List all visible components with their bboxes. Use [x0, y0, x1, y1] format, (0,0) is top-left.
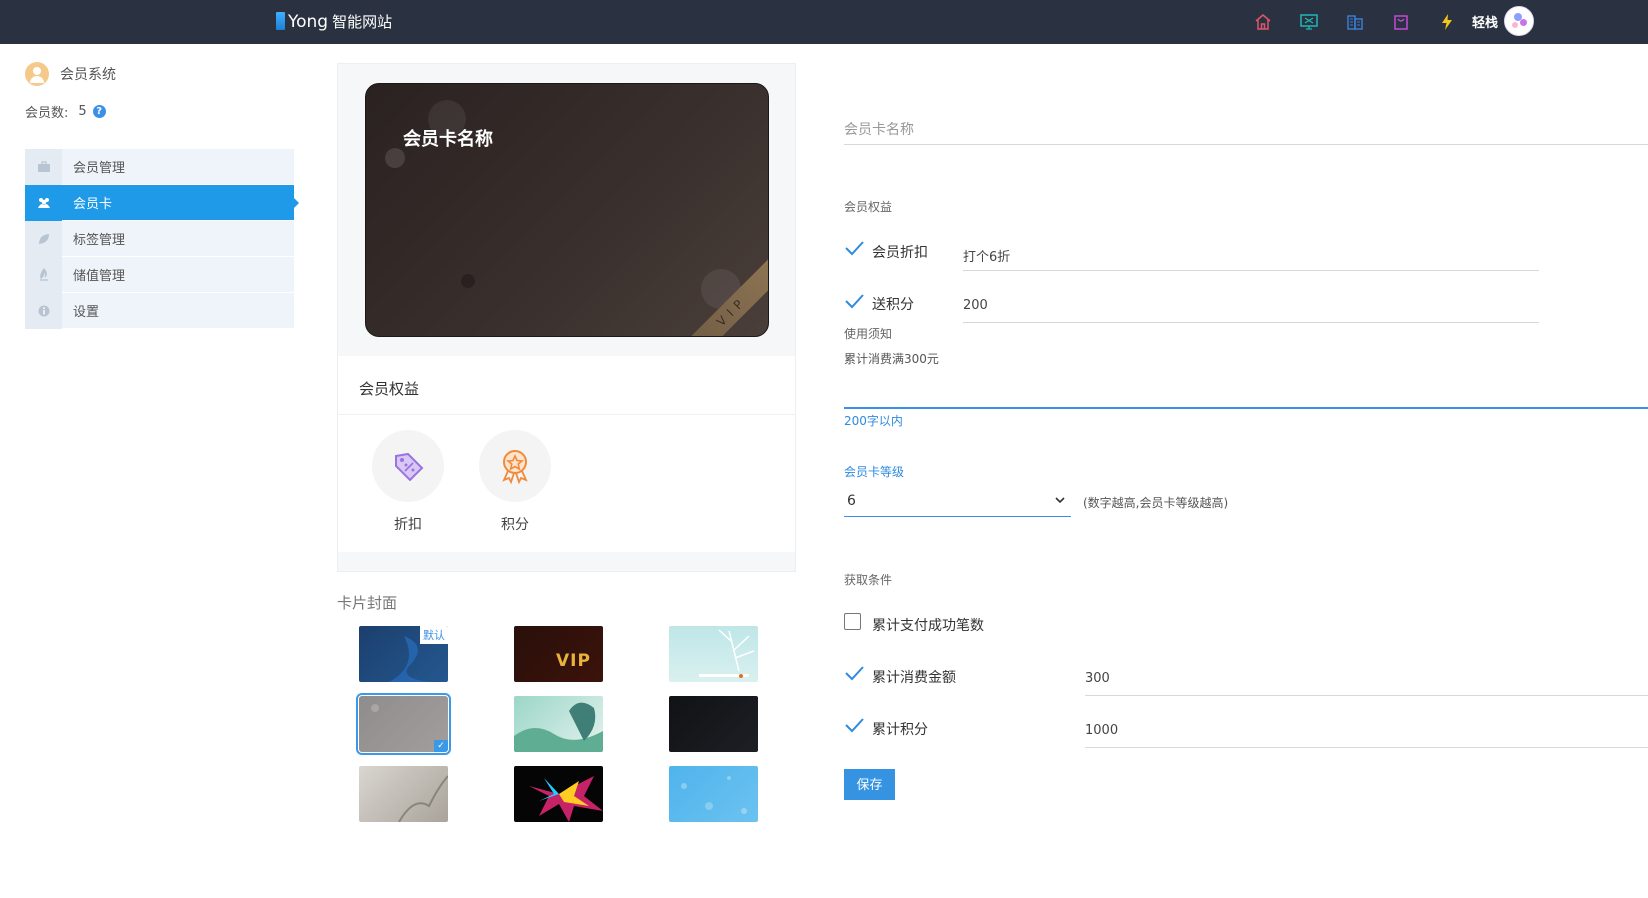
bag-icon[interactable] — [1389, 10, 1413, 34]
divider — [338, 414, 795, 415]
leaf-icon — [25, 220, 62, 257]
help-icon[interactable]: ? — [92, 105, 106, 118]
rights-box: 会员权益 折扣 积分 — [338, 356, 795, 552]
discount-underline — [963, 270, 1539, 271]
points-option-label[interactable]: 送积分 — [872, 294, 914, 314]
points-underline — [963, 322, 1539, 323]
system-title-text: 会员系统 — [60, 67, 116, 83]
member-count-label: 会员数: — [25, 106, 69, 121]
right-points: 积分 — [479, 430, 551, 534]
sidebar-item-member-card[interactable]: 会员卡 — [25, 184, 299, 221]
selected-check-icon: ✓ — [434, 740, 448, 752]
cover-branches-graphic — [699, 629, 755, 678]
points-cond-underline — [1085, 747, 1648, 748]
system-title: 会员系统 — [25, 62, 116, 86]
sidebar-item-label: 设置 — [73, 305, 100, 320]
amount-check-icon[interactable] — [844, 665, 864, 681]
level-label: 会员卡等级 — [844, 465, 905, 479]
sidebar-item-stored-value[interactable]: 储值管理 — [25, 256, 294, 293]
rights-title: 会员权益 — [359, 380, 420, 398]
default-badge: 默认 — [420, 626, 448, 644]
medal-icon — [479, 430, 551, 502]
points-cond-check-icon[interactable] — [844, 717, 864, 733]
cover-option-black[interactable] — [669, 696, 758, 752]
brand-logo-mark — [276, 12, 285, 30]
cover-option-blue[interactable]: 默认 — [359, 626, 448, 682]
monitor-icon[interactable] — [1297, 10, 1321, 34]
notice-char-limit: 200字以内 — [844, 414, 903, 428]
building-icon[interactable] — [1343, 10, 1367, 34]
points-check-icon[interactable] — [844, 293, 864, 309]
discount-tag-icon — [372, 430, 444, 502]
level-select-value: 6 — [847, 493, 856, 509]
right-label: 积分 — [501, 517, 529, 533]
sidebar-item-tag-management[interactable]: 标签管理 — [25, 220, 294, 257]
tx-count-label[interactable]: 累计支付成功笔数 — [872, 615, 984, 635]
right-label: 折扣 — [394, 517, 422, 533]
sidebar-item-member-management[interactable]: 会员管理 — [25, 148, 294, 185]
username[interactable]: 轻栈 — [1472, 12, 1498, 31]
users-icon — [25, 184, 62, 221]
cover-option-vip-dark[interactable]: VIP — [514, 626, 603, 682]
notice-textarea[interactable]: 累计消费满300元 — [844, 350, 939, 367]
amount-input[interactable]: 300 — [1085, 671, 1110, 686]
sidebar-item-label: 储值管理 — [73, 269, 126, 284]
card-preview-panel: 会员卡名称 VIP 会员权益 折扣 积分 — [337, 63, 796, 572]
brand-name: Yong — [288, 11, 329, 32]
info-icon — [25, 292, 62, 329]
sidebar-item-label: 标签管理 — [73, 233, 126, 248]
cover-option-girl-flowers[interactable] — [514, 696, 603, 752]
cover-landscape-graphic — [514, 702, 603, 752]
member-count-value: 5 — [78, 104, 87, 119]
card-name-input[interactable]: 会员卡名称 — [844, 119, 914, 139]
user-avatar[interactable] — [1504, 6, 1534, 36]
save-button[interactable]: 保存 — [844, 769, 895, 800]
sidebar-menu: 会员管理 会员卡 标签管理 储值管理 设置 — [25, 148, 299, 329]
tx-count-checkbox[interactable] — [844, 613, 861, 630]
discount-input[interactable]: 打个6折 — [963, 246, 1010, 265]
top-navbar: Yong 智能网站 轻栈 — [0, 0, 1648, 44]
notice-label: 使用须知 — [844, 327, 893, 341]
cover-vip-text: VIP — [556, 651, 591, 671]
points-input[interactable]: 200 — [963, 298, 988, 313]
brand-suffix: 智能网站 — [332, 12, 393, 31]
amount-label[interactable]: 累计消费金额 — [872, 667, 956, 687]
points-cond-input[interactable]: 1000 — [1085, 723, 1118, 738]
discount-option-label[interactable]: 会员折扣 — [872, 242, 928, 262]
cover-option-teal-branches[interactable] — [669, 626, 758, 682]
briefcase-icon — [25, 148, 62, 185]
lightning-icon[interactable] — [1435, 10, 1459, 34]
cover-option-color-burst[interactable] — [514, 766, 603, 822]
cover-option-blue-pattern[interactable] — [669, 766, 758, 822]
rights-section-label: 会员权益 — [844, 200, 893, 214]
cover-option-gray[interactable]: ✓ — [356, 693, 451, 755]
brand-logo[interactable]: Yong 智能网站 — [276, 9, 392, 33]
cover-option-silver-smoke[interactable] — [359, 766, 448, 822]
chevron-down-icon — [1055, 497, 1065, 504]
sidebar-item-settings[interactable]: 设置 — [25, 292, 294, 329]
discount-check-icon[interactable] — [844, 240, 864, 256]
cover-pattern-graphic — [681, 776, 747, 814]
level-hint: (数字越高,会员卡等级越高) — [1083, 496, 1229, 510]
level-select[interactable]: 6 — [844, 488, 1071, 517]
cover-smoke-graphic — [398, 775, 448, 822]
user-icon — [25, 62, 49, 86]
flame-icon — [25, 256, 62, 293]
sidebar-item-label: 会员管理 — [73, 161, 126, 176]
notice-underline — [844, 407, 1648, 409]
member-card-preview: 会员卡名称 VIP — [365, 83, 769, 337]
member-count: 会员数: 5 ? — [25, 102, 106, 121]
condition-section-label: 获取条件 — [844, 573, 893, 587]
cover-burst-graphic — [529, 776, 603, 822]
card-name-underline — [844, 144, 1648, 145]
right-discount: 折扣 — [372, 430, 444, 534]
card-name-preview: 会员卡名称 — [403, 129, 493, 150]
points-cond-label[interactable]: 累计积分 — [872, 719, 928, 739]
sidebar-item-label: 会员卡 — [73, 197, 113, 212]
amount-underline — [1085, 695, 1648, 696]
home-icon[interactable] — [1251, 10, 1275, 34]
cover-section-title: 卡片封面 — [337, 594, 398, 612]
